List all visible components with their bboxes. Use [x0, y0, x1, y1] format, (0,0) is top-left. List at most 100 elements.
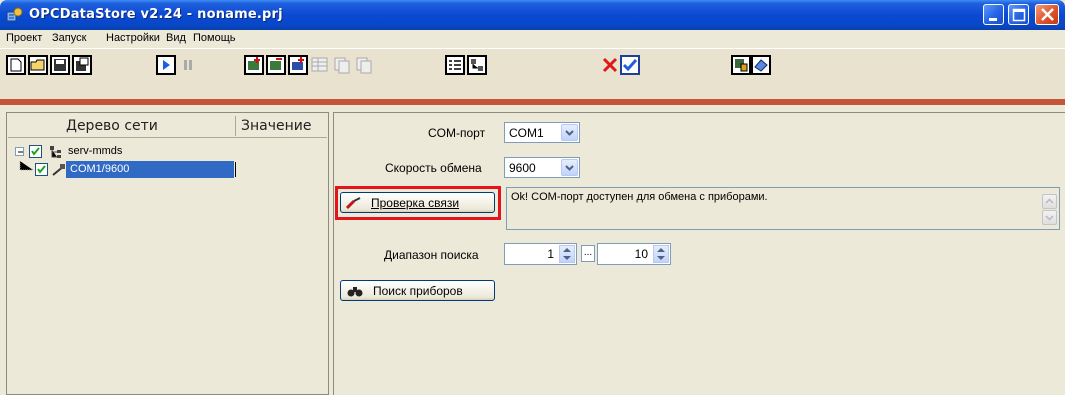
application-window: OPCDataStore v2.24 - noname.prj Проект З…	[0, 0, 1065, 395]
save-file-button[interactable]	[50, 55, 70, 75]
cancel-button[interactable]	[600, 55, 620, 75]
dropdown-arrow[interactable]	[561, 124, 578, 141]
copy-button-disabled[interactable]	[332, 55, 352, 75]
chevron-down-icon	[565, 130, 574, 136]
scroll-down-button[interactable]	[1042, 210, 1057, 225]
range-to-value: 10	[634, 247, 648, 261]
save-icon	[50, 55, 70, 75]
serv-mmds-checkbox[interactable]	[29, 145, 42, 158]
menu-settings[interactable]: Настройки	[106, 32, 160, 44]
tree-node-com1[interactable]: COM1/9600	[8, 161, 327, 178]
status-message-box: Ok! COM-порт доступен для обмена с прибо…	[506, 187, 1060, 230]
save-as-icon	[72, 55, 92, 75]
maximize-icon	[1012, 8, 1026, 22]
open-file-button[interactable]	[28, 55, 48, 75]
com-port-value: COM1	[509, 126, 544, 140]
network-icon	[50, 146, 61, 158]
spin-updown[interactable]	[559, 245, 575, 263]
menu-help[interactable]: Помощь	[193, 32, 236, 44]
help-book-button[interactable]	[751, 55, 771, 75]
search-devices-label: Поиск приборов	[373, 284, 463, 298]
monitor-button[interactable]	[731, 55, 751, 75]
menu-run[interactable]: Запуск	[52, 32, 86, 44]
check-connection-button[interactable]: Проверка связи	[340, 192, 495, 213]
run-button[interactable]	[156, 55, 176, 75]
column-separator[interactable]	[235, 116, 236, 136]
speed-select[interactable]: 9600	[504, 157, 580, 178]
check-connection-label: Проверка связи	[371, 196, 460, 210]
monitor-icon	[731, 55, 751, 75]
tree-connector	[19, 161, 33, 171]
serial-port-icon	[52, 164, 65, 176]
remove-device-button[interactable]	[266, 55, 286, 75]
title-bar[interactable]: OPCDataStore v2.24 - noname.prj	[0, 0, 1065, 30]
open-folder-icon	[28, 55, 48, 75]
spin-updown[interactable]	[653, 245, 669, 263]
search-devices-button[interactable]: Поиск приборов	[340, 280, 495, 301]
range-from-spinner[interactable]: 1	[504, 243, 577, 265]
checkmark-icon	[620, 55, 640, 75]
value-cell-caret	[235, 162, 236, 177]
com-port-select[interactable]: COM1	[504, 122, 580, 143]
paste-button-disabled[interactable]	[354, 55, 374, 75]
status-message: Ok! COM-порт доступен для обмена с прибо…	[511, 191, 768, 203]
collapse-icon[interactable]	[15, 147, 24, 156]
range-separator: ...	[581, 245, 595, 262]
help-book-icon	[751, 55, 771, 75]
apply-button[interactable]	[620, 55, 640, 75]
column-header-network-tree[interactable]: Дерево сети	[66, 118, 158, 134]
toolbar	[0, 48, 1065, 105]
app-icon	[6, 7, 23, 22]
speed-label: Скорость обмена	[385, 161, 482, 175]
menu-bar: Проект Запуск Настройки Вид Помощь	[0, 30, 1065, 48]
search-range-label: Диапазон поиска	[384, 248, 479, 262]
checkmark-icon	[31, 147, 40, 156]
menu-view[interactable]: Вид	[166, 32, 186, 44]
remove-device-icon	[266, 55, 286, 75]
network-tree-panel: Дерево сети Значение serv-mmds COM1/9600	[6, 112, 329, 395]
probe-icon	[346, 197, 361, 210]
tree-node-label: COM1/9600	[70, 163, 130, 175]
tree-node-label: serv-mmds	[68, 145, 123, 157]
tree-view-button[interactable]	[467, 55, 487, 75]
com1-checkbox[interactable]	[35, 163, 48, 176]
spin-arrows-icon	[657, 248, 665, 260]
chevron-up-icon	[1045, 198, 1054, 204]
save-as-button[interactable]	[72, 55, 92, 75]
chevron-down-icon	[1045, 215, 1054, 221]
tree-node-serv-mmds[interactable]: serv-mmds	[8, 143, 327, 160]
window-title: OPCDataStore v2.24 - noname.prj	[29, 7, 283, 22]
minimize-icon	[989, 18, 997, 21]
list-view-button[interactable]	[445, 55, 465, 75]
table-button-disabled[interactable]	[310, 55, 330, 75]
speed-value: 9600	[509, 161, 536, 175]
new-file-button[interactable]	[6, 55, 26, 75]
com-port-label: COM-порт	[428, 126, 486, 140]
column-header-value[interactable]: Значение	[241, 118, 311, 134]
spin-arrows-icon	[563, 248, 571, 260]
minimize-button[interactable]	[983, 4, 1004, 25]
chevron-down-icon	[565, 165, 574, 171]
table-icon	[311, 57, 328, 72]
range-to-spinner[interactable]: 10	[597, 243, 671, 265]
add-device-button[interactable]	[244, 55, 264, 75]
cross-icon	[602, 57, 618, 73]
add-tag-icon	[288, 55, 308, 75]
close-icon	[1041, 8, 1054, 21]
copy-icon	[334, 57, 350, 74]
pause-button[interactable]	[178, 55, 198, 75]
menu-project[interactable]: Проект	[6, 32, 42, 44]
binoculars-icon	[347, 287, 363, 297]
scroll-up-button[interactable]	[1042, 194, 1057, 209]
maximize-button[interactable]	[1008, 4, 1029, 25]
add-tag-button[interactable]	[288, 55, 308, 75]
close-button[interactable]	[1035, 4, 1059, 25]
dropdown-arrow[interactable]	[561, 159, 578, 176]
pause-icon	[184, 60, 192, 70]
paste-icon	[356, 57, 372, 74]
tree-header: Дерево сети Значение	[8, 114, 327, 138]
new-file-icon	[6, 55, 26, 75]
play-icon	[156, 55, 176, 75]
range-from-value: 1	[547, 247, 554, 261]
tree-icon	[467, 55, 487, 75]
